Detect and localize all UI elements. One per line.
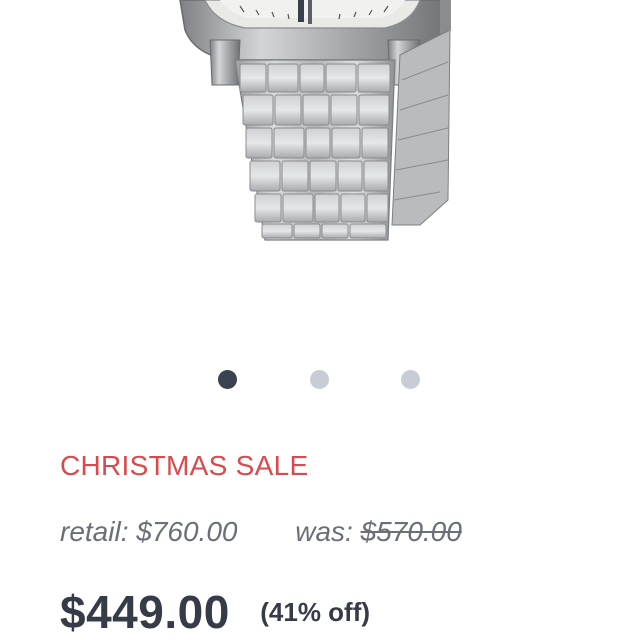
was-group: was: $570.00: [295, 516, 462, 547]
product-image-carousel[interactable]: [0, 0, 640, 350]
carousel-dot-2[interactable]: [310, 370, 329, 389]
discount-badge: (41% off): [260, 597, 371, 627]
promo-label: CHRISTMAS SALE: [60, 450, 309, 481]
watch-image: [179, 0, 451, 241]
was-price: $570.00: [360, 516, 462, 547]
reference-prices: retail: $760.00 was: $570.00: [60, 514, 462, 550]
final-price-row: $449.00 (41% off): [60, 584, 370, 640]
retail-label: retail:: [60, 516, 129, 547]
carousel-dot-3[interactable]: [401, 370, 420, 389]
product-detail-screen: CHRISTMAS SALE retail: $760.00 was: $570…: [0, 0, 640, 640]
carousel-dot-1[interactable]: [218, 370, 237, 389]
carousel-pagination: [0, 370, 640, 390]
retail-price: $760.00: [136, 516, 238, 547]
final-price: $449.00: [60, 586, 230, 638]
was-label: was:: [295, 516, 353, 547]
